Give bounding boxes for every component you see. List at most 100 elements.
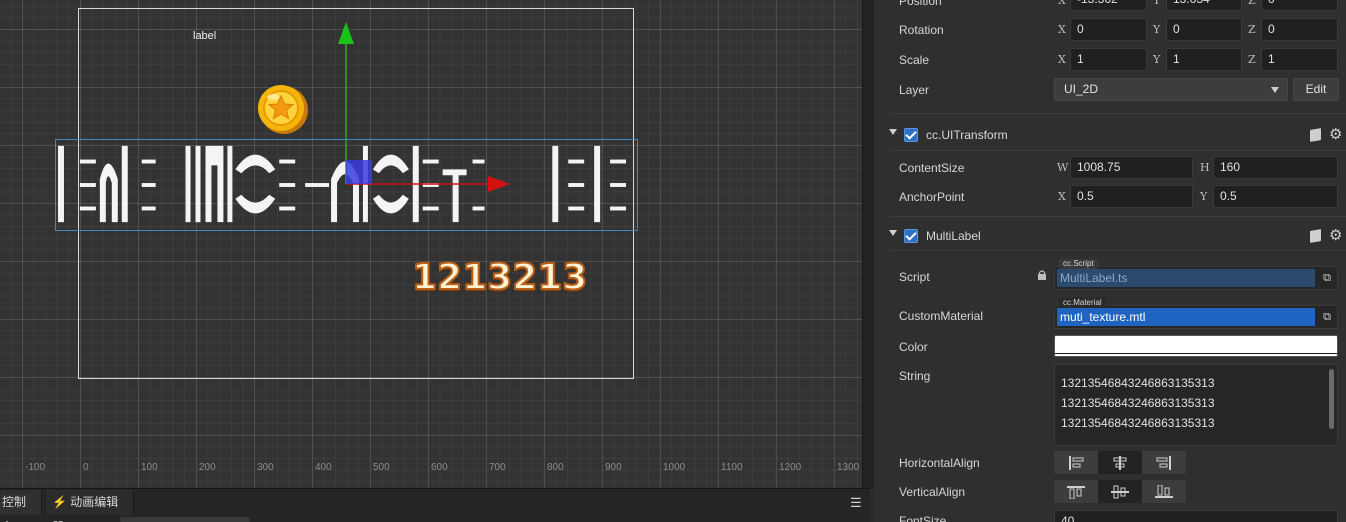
ruler-tick-label: 0 (83, 462, 89, 473)
uitransform-section-header[interactable]: cc.UITransform ⚙ (874, 121, 1346, 149)
scale-label: Scale (899, 53, 930, 67)
valign-bottom-icon (1155, 484, 1173, 498)
section-divider (889, 250, 1346, 251)
position-y-axis: Y (1153, 0, 1161, 7)
string-textarea[interactable]: 13213546843246863135313 1321354684324686… (1054, 364, 1338, 446)
horizontal-align-group (1054, 451, 1186, 474)
bitmap-number-label[interactable]: 1213213 (411, 256, 588, 299)
position-x-axis: X (1058, 0, 1066, 7)
bottom-scrollbar[interactable] (120, 517, 250, 522)
multilabel-section-header[interactable]: MultiLabel ⚙ (874, 222, 1346, 250)
gear-icon[interactable]: ⚙ (1329, 125, 1342, 143)
font-size-label: FontSize (899, 514, 947, 522)
string-line: 13213546843246863135313 (1061, 416, 1215, 430)
ruler-tick-label: 100 (141, 462, 158, 473)
color-swatch[interactable] (1054, 335, 1338, 357)
help-book-icon[interactable] (1310, 229, 1321, 243)
section-divider (889, 216, 1346, 217)
gizmo-center-handle (346, 160, 372, 184)
chevron-down-icon (1271, 87, 1279, 93)
caret-down-icon[interactable] (889, 129, 897, 135)
position-label: Position (899, 0, 942, 8)
ruler-tick-label: 1300 (837, 462, 860, 473)
asset-picker-icon[interactable]: ⧉ (1319, 270, 1335, 286)
valign-center-button[interactable] (1098, 480, 1142, 503)
content-size-width-input[interactable]: 1008.75 (1070, 156, 1193, 179)
section-divider (889, 150, 1346, 151)
rotation-x-axis: X (1058, 23, 1066, 36)
uitransform-enabled-checkbox[interactable] (904, 128, 918, 142)
rotation-z-input[interactable]: 0 (1261, 18, 1338, 41)
scene-label-node[interactable]: label (193, 30, 216, 42)
uitransform-title: cc.UITransform (926, 128, 1008, 142)
string-scrollbar[interactable] (1329, 369, 1334, 429)
custom-material-asset-field[interactable]: cc.Material muti_texture.mtl ⧉ (1054, 298, 1338, 329)
ruler-tick-label: 400 (315, 462, 332, 473)
content-size-height-input[interactable]: 160 (1213, 156, 1338, 179)
animation-icon: ⚡ (52, 495, 67, 509)
scale-x-input[interactable]: 1 (1070, 48, 1147, 71)
valign-top-button[interactable] (1054, 480, 1098, 503)
rotation-x-input[interactable]: 0 (1070, 18, 1147, 41)
anchor-x-axis: X (1058, 190, 1066, 203)
move-gizmo[interactable] (300, 20, 520, 220)
bottom-panel-tabs: 控制台 ⚡ 动画编辑器 ☰ (0, 488, 870, 522)
anchor-point-label: AnchorPoint (899, 190, 965, 204)
ruler-tick-label: 1100 (721, 462, 743, 473)
font-size-input[interactable]: 40 (1054, 510, 1338, 522)
valign-center-icon (1111, 485, 1129, 498)
custom-material-label: CustomMaterial (899, 309, 984, 323)
ruler-tick-label: 700 (489, 462, 506, 473)
position-z-input[interactable]: 0 (1261, 0, 1338, 11)
ruler-tick-label: 1200 (779, 462, 802, 473)
content-size-label: ContentSize (899, 161, 965, 175)
tab-animation-editor[interactable]: ⚡ 动画编辑器 (46, 490, 134, 522)
layer-edit-button[interactable]: Edit (1293, 78, 1339, 101)
ruler-tick-label: 300 (257, 462, 274, 473)
position-y-input[interactable]: 13.634 (1166, 0, 1242, 11)
align-center-button[interactable] (1098, 451, 1142, 474)
string-label: String (899, 369, 931, 383)
string-line: 13213546843246863135313 (1061, 376, 1215, 390)
anchor-y-input[interactable]: 0.5 (1213, 185, 1338, 208)
horizontal-align-label: HorizontalAlign (899, 456, 980, 470)
rotation-label: Rotation (899, 23, 944, 37)
layer-label: Layer (899, 83, 930, 97)
valign-bottom-button[interactable] (1142, 480, 1186, 503)
rotation-z-axis: Z (1248, 23, 1256, 36)
content-size-h-axis: H (1200, 161, 1210, 174)
anchor-x-input[interactable]: 0.5 (1070, 185, 1193, 208)
rotation-y-input[interactable]: 0 (1166, 18, 1242, 41)
scene-view[interactable]: label 1213213 -100 0 100 200 300 400 500… (0, 0, 862, 488)
scale-y-axis: Y (1153, 53, 1161, 66)
align-right-button[interactable] (1142, 451, 1186, 474)
position-x-input[interactable]: -13.362 (1070, 0, 1147, 11)
hamburger-menu-icon[interactable]: ☰ (850, 495, 862, 511)
gear-icon[interactable]: ⚙ (1329, 226, 1342, 244)
align-left-button[interactable] (1054, 451, 1098, 474)
inspector-panel: Position X -13.362 Y 13.634 Z 0 Rotation… (874, 0, 1346, 522)
multilabel-enabled-checkbox[interactable] (904, 229, 918, 243)
asset-picker-icon[interactable]: ⧉ (1319, 309, 1335, 325)
scale-y-input[interactable]: 1 (1166, 48, 1242, 71)
multilabel-title: MultiLabel (926, 229, 981, 243)
script-type-badge: cc.Script (1059, 259, 1098, 269)
color-label: Color (899, 340, 928, 354)
align-right-icon (1156, 455, 1171, 470)
ruler-tick-label: 800 (547, 462, 564, 473)
rotation-y-axis: Y (1153, 23, 1161, 36)
panel-divider[interactable] (862, 0, 874, 488)
help-book-icon[interactable] (1310, 128, 1321, 142)
script-asset-field[interactable]: cc.Script MultiLabel.ts ⧉ (1054, 259, 1338, 290)
material-type-badge: cc.Material (1059, 298, 1106, 308)
ruler-tick-label: -100 (25, 462, 46, 473)
string-line: 13213546843246863135313 (1061, 396, 1215, 410)
layer-select[interactable]: UI_2D (1054, 78, 1288, 101)
tab-console[interactable]: 控制台 (0, 490, 42, 522)
lock-icon (1038, 270, 1046, 280)
vertical-align-label: VerticalAlign (899, 485, 966, 499)
ruler-tick-label: 1000 (663, 462, 686, 473)
scale-z-input[interactable]: 1 (1261, 48, 1338, 71)
position-z-axis: Z (1248, 0, 1256, 7)
caret-down-icon[interactable] (889, 230, 897, 236)
